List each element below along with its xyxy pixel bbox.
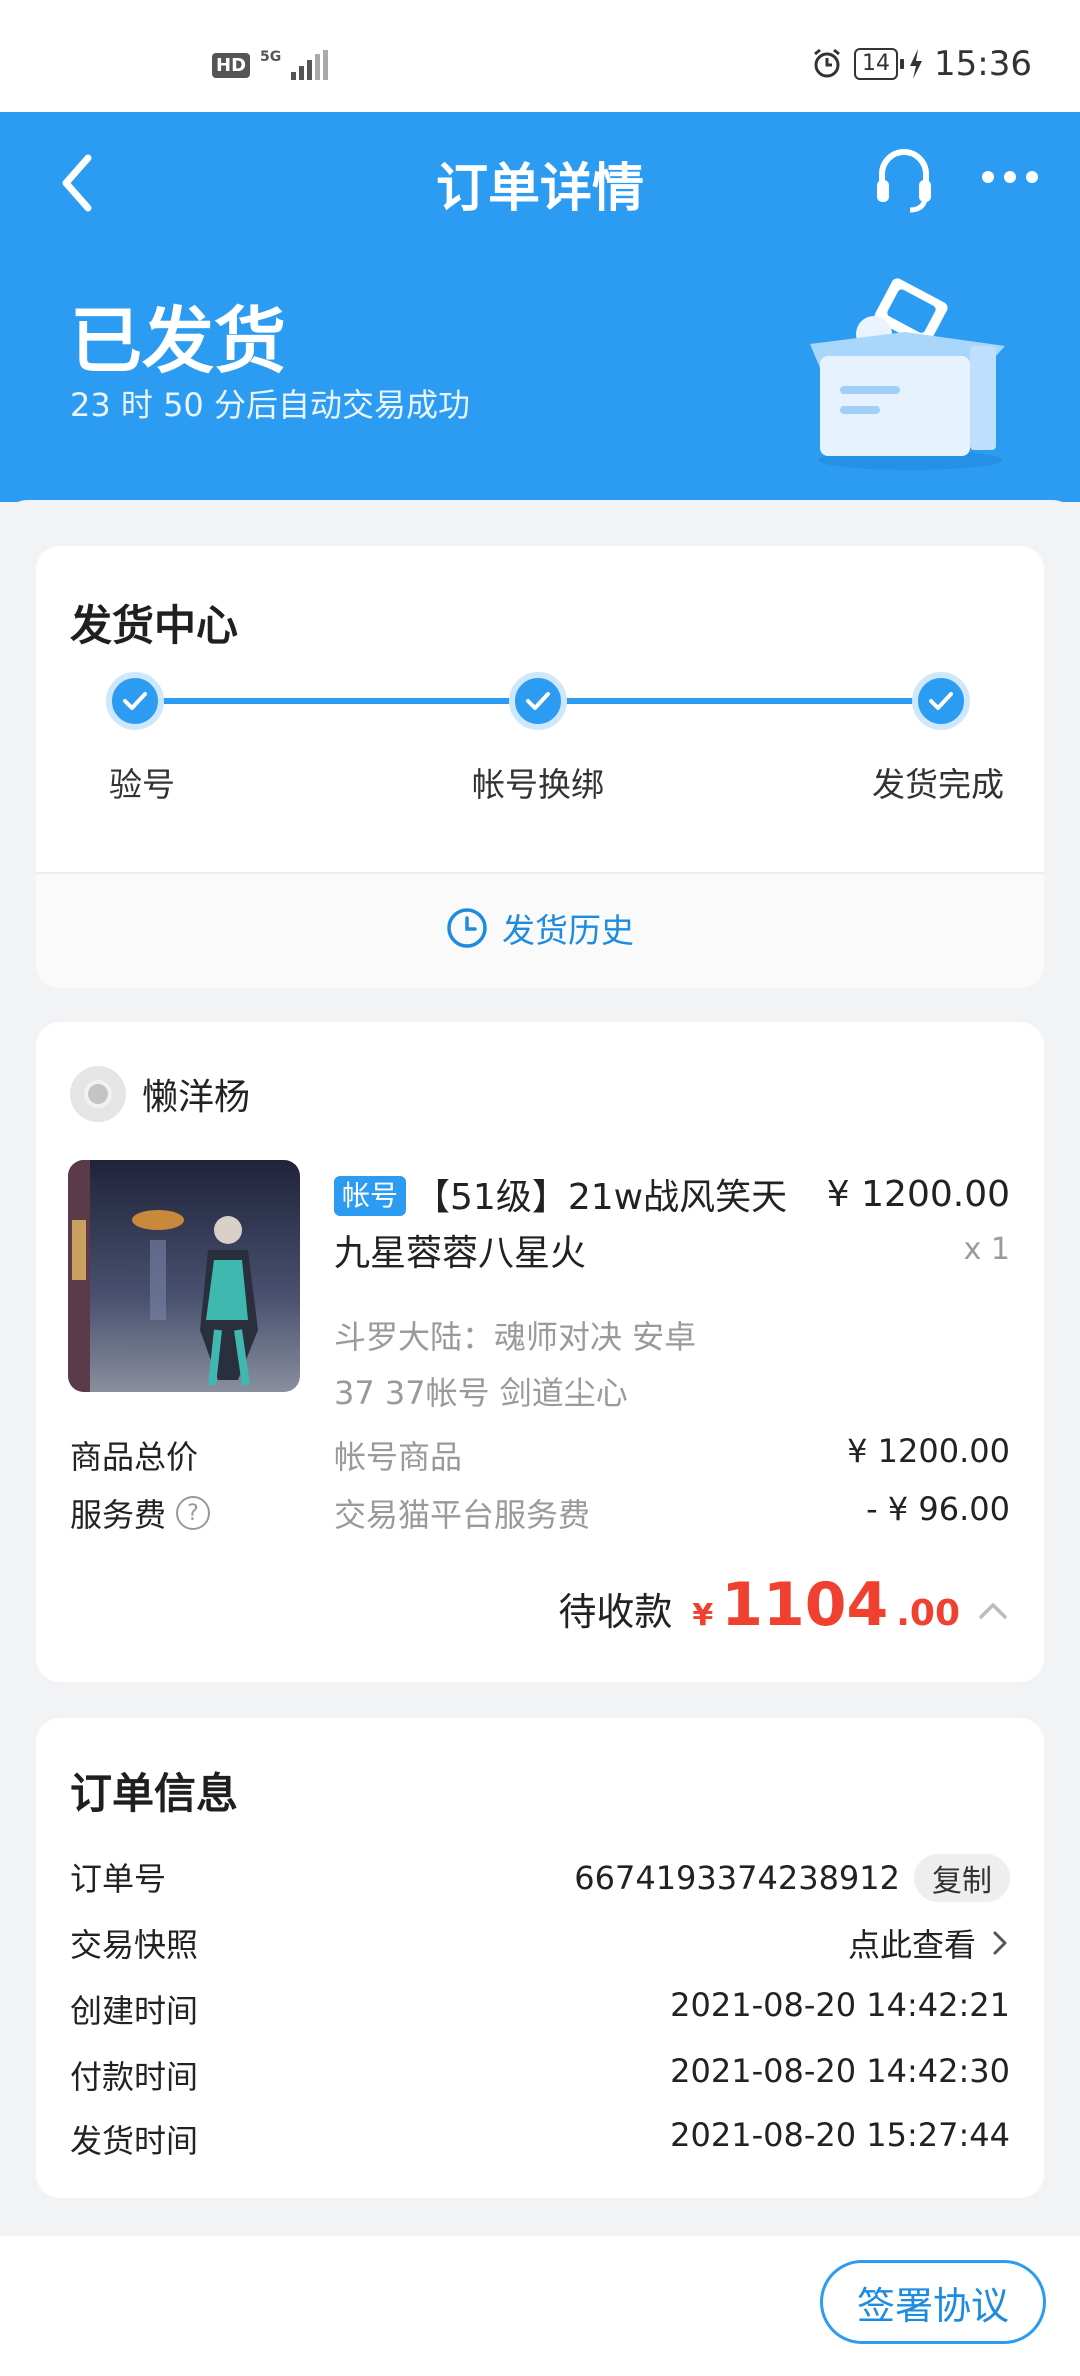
order-number-row: 订单号 6674193374238912 复制	[70, 1854, 1010, 1904]
hd-badge: HD	[212, 52, 251, 78]
fee-value: ¥ 1200.00	[847, 1432, 1010, 1470]
chevron-right-icon	[993, 1931, 1007, 1955]
total-label: 待收款	[558, 1590, 673, 1634]
clock: 15:36	[934, 44, 1032, 84]
delivery-steps: 验号 帐号换绑 发货完成	[36, 672, 1044, 804]
bottom-action-bar: 签署协议	[0, 2236, 1080, 2376]
order-header: 订单详情 已发货 23 时 50 分后自动交易成功	[0, 112, 1080, 502]
product-title[interactable]: 帐号 【51级】21w战风笑天九星蓉蓉八星火	[334, 1170, 814, 1282]
order-status: 已发货	[70, 299, 287, 383]
pending-total[interactable]: 待收款 ¥ 1104 .00	[558, 1570, 1010, 1640]
fee-value: - ¥ 96.00	[866, 1490, 1010, 1528]
product-server-info: 37 37帐号 剑道尘心	[334, 1374, 628, 1412]
status-right: 14 15:36	[810, 44, 1032, 84]
product-quantity: x 1	[963, 1232, 1010, 1267]
delivery-history-bar: 发货历史	[36, 872, 1044, 988]
battery-icon: 14	[854, 48, 905, 80]
seller-info[interactable]: 懒洋杨	[70, 1066, 250, 1122]
fee-label-wrap: 服务费 ?	[70, 1490, 211, 1536]
product-type-tag: 帐号	[334, 1176, 407, 1216]
info-label: 交易快照	[70, 1926, 199, 1964]
step-label-verify: 验号	[109, 765, 175, 804]
total-amount-int: 1104	[721, 1570, 889, 1640]
copy-button[interactable]: 复制	[914, 1854, 1010, 1902]
paid-time-row: 付款时间 2021-08-20 14:42:30	[70, 2052, 1010, 2102]
step-check-icon	[912, 672, 970, 730]
fee-desc: 交易猫平台服务费	[334, 1496, 591, 1534]
order-info-card: 订单信息 订单号 6674193374238912 复制 交易快照 点此查看 创…	[36, 1718, 1044, 2198]
order-number: 6674193374238912	[574, 1859, 900, 1897]
network-type: 5G	[260, 49, 282, 65]
info-label: 订单号	[70, 1860, 167, 1898]
order-info-title: 订单信息	[70, 1769, 239, 1818]
fee-label: 服务费	[70, 1496, 167, 1534]
chevron-up-icon[interactable]	[976, 1595, 1010, 1625]
charging-icon	[910, 49, 923, 79]
fee-desc: 帐号商品	[334, 1438, 463, 1476]
seller-avatar	[70, 1066, 126, 1122]
info-label: 创建时间	[70, 1992, 199, 2030]
alarm-icon	[814, 48, 840, 78]
sign-agreement-button[interactable]: 签署协议	[820, 2260, 1046, 2344]
product-price: ¥ 1200.00	[826, 1174, 1010, 1215]
shipped-time-row: 发货时间 2021-08-20 15:27:44	[70, 2116, 1010, 2166]
total-amount-dec: .00	[896, 1593, 960, 1634]
headset-icon[interactable]	[872, 144, 936, 214]
step-check-icon	[106, 672, 164, 730]
delivery-center-title: 发货中心	[70, 601, 239, 650]
signal-icon	[291, 50, 329, 80]
status-bar: HD 5G 14 15:36	[0, 0, 1080, 112]
paid-time: 2021-08-20 14:42:30	[670, 2052, 1010, 2090]
clock-icon	[447, 908, 487, 948]
delivery-center-card: 发货中心 验号 帐号换绑 发货完成 发货历史	[36, 546, 1044, 988]
step-check-icon	[509, 672, 567, 730]
info-label: 付款时间	[70, 2058, 199, 2096]
fee-row-total: 商品总价 帐号商品 ¥ 1200.00	[70, 1432, 1010, 1482]
step-label-rebind: 帐号换绑	[472, 765, 604, 804]
product-card: 懒洋杨 帐号 【51级】21w战风笑天九星蓉蓉八星火 ¥ 1200.00 x 1 …	[36, 1022, 1044, 1682]
fee-row-service: 服务费 ? 交易猫平台服务费 - ¥ 96.00	[70, 1490, 1010, 1540]
fee-label: 商品总价	[70, 1438, 199, 1476]
package-box-icon	[810, 278, 1005, 470]
info-label: 发货时间	[70, 2122, 199, 2160]
delivery-history-button[interactable]: 发货历史	[36, 904, 1044, 952]
view-snapshot-link[interactable]: 点此查看	[848, 1920, 976, 1966]
help-icon[interactable]: ?	[176, 1496, 211, 1530]
product-thumbnail[interactable]	[68, 1160, 300, 1392]
more-icon[interactable]	[980, 162, 1040, 192]
info-value-wrap: 点此查看	[848, 1920, 1010, 1966]
status-left: HD 5G	[212, 49, 329, 80]
created-time-row: 创建时间 2021-08-20 14:42:21	[70, 1986, 1010, 2036]
step-label-complete: 发货完成	[872, 765, 1004, 804]
shipped-time: 2021-08-20 15:27:44	[670, 2116, 1010, 2154]
snapshot-row[interactable]: 交易快照 点此查看	[70, 1920, 1010, 1970]
currency-symbol: ¥	[692, 1598, 714, 1633]
auto-complete-countdown: 23 时 50 分后自动交易成功	[70, 386, 470, 424]
product-game: 斗罗大陆：魂师对决 安卓	[334, 1318, 697, 1356]
seller-name: 懒洋杨	[142, 1077, 251, 1118]
delivery-history-label: 发货历史	[502, 911, 634, 950]
content-sheet: 发货中心 验号 帐号换绑 发货完成 发货历史 懒洋杨 帐号 【51级】21w战风…	[0, 500, 1080, 2236]
created-time: 2021-08-20 14:42:21	[670, 1986, 1010, 2024]
info-value-wrap: 6674193374238912 复制	[574, 1854, 1010, 1902]
